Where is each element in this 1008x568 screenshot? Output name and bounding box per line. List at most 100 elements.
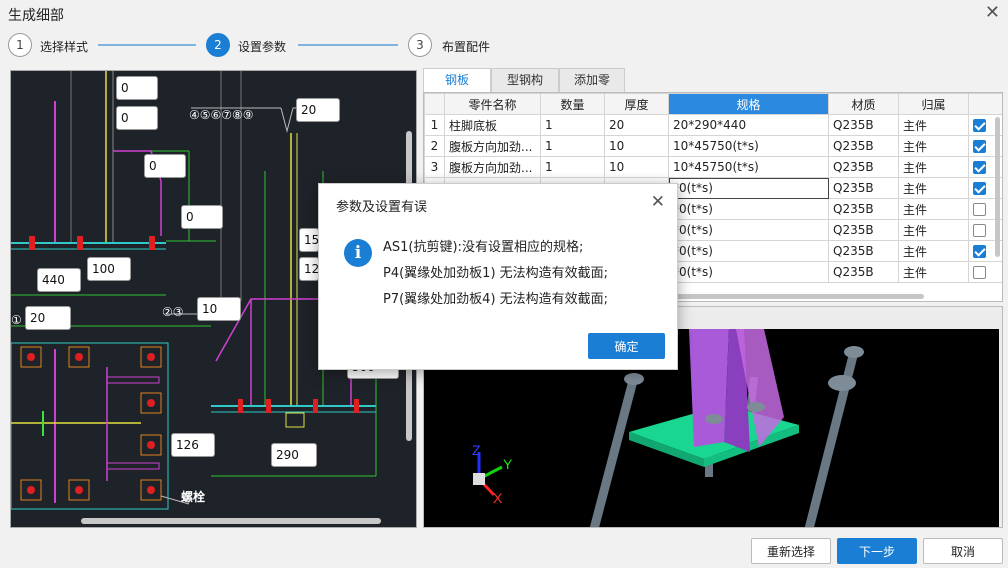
reselect-button[interactable]: 重新选择 — [751, 538, 831, 564]
owner-cell[interactable]: 主件 — [898, 156, 969, 178]
spec-cell[interactable]: 10*45750(t*s) — [668, 156, 829, 178]
step-1-label: 选择样式 — [40, 40, 89, 54]
param-input[interactable]: 15 — [299, 228, 319, 252]
show-checkbox[interactable] — [973, 182, 986, 195]
table-row[interactable]: 2 腹板方向加劲... 1 10 10*45750(t*s) Q235B 主件 — [424, 135, 1002, 157]
param-input[interactable]: 440 — [37, 268, 81, 292]
material-cell[interactable]: Q235B — [828, 114, 899, 136]
param-input[interactable]: 20 — [296, 98, 340, 122]
owner-cell[interactable]: 主件 — [898, 114, 969, 136]
spec-cell[interactable]: *0(t*s) — [668, 261, 829, 283]
table-row[interactable]: 1 柱脚底板 1 20 20*290*440 Q235B 主件 — [424, 114, 1002, 136]
step-3-number: 3 — [408, 33, 432, 57]
show-checkbox[interactable] — [973, 224, 986, 237]
param-input[interactable]: 12 — [299, 257, 319, 281]
tab-steel-plate[interactable]: 钢板 — [423, 68, 491, 92]
part-name-cell[interactable]: 腹板方向加劲... — [444, 156, 541, 178]
spec-cell[interactable]: *0(t*s) — [668, 177, 829, 199]
material-cell[interactable]: Q235B — [828, 177, 899, 199]
dialog-message-line: P7(翼缘处加劲板4) 无法构造有效截面; — [383, 292, 609, 307]
spec-cell[interactable]: *0(t*s) — [668, 198, 829, 220]
stiffener-ref-label: ④⑤⑥⑦⑧⑨ — [189, 108, 254, 122]
dialog-message-line: P4(翼缘处加劲板1) 无法构造有效截面; — [383, 266, 609, 281]
owner-cell[interactable]: 主件 — [898, 240, 969, 262]
axis-y-label: Y — [503, 456, 513, 472]
error-dialog: 参数及设置有误 ✕ i AS1(抗剪键):没有设置相应的规格; P4(翼缘处加劲… — [318, 183, 678, 370]
tab-add-part[interactable]: 添加零件 — [559, 68, 625, 110]
thickness-cell[interactable]: 10 — [604, 156, 669, 178]
dialog-ok-button[interactable]: 确定 — [588, 333, 665, 359]
col-header-owner[interactable]: 归属 — [898, 93, 969, 115]
owner-cell[interactable]: 主件 — [898, 198, 969, 220]
qty-cell[interactable]: 1 — [540, 156, 605, 178]
table-row[interactable]: 3 腹板方向加劲... 1 10 10*45750(t*s) Q235B 主件 — [424, 156, 1002, 178]
show-checkbox[interactable] — [973, 140, 986, 153]
show-checkbox[interactable] — [973, 266, 986, 279]
param-input[interactable]: 0 — [144, 154, 186, 178]
param-input[interactable]: 10 — [197, 297, 241, 321]
tab-section-steel[interactable]: 型钢构件 — [491, 68, 559, 110]
step-2-label: 设置参数 — [238, 40, 287, 54]
part-name-cell[interactable]: 腹板方向加劲... — [444, 135, 541, 157]
owner-cell[interactable]: 主件 — [898, 261, 969, 283]
qty-cell[interactable]: 1 — [540, 114, 605, 136]
wizard-steps: 1 选择样式 2 设置参数 3 布置配件 — [0, 30, 520, 60]
material-cell[interactable]: Q235B — [828, 198, 899, 220]
table-header-row: 零件名称 数量 厚度 规格 材质 归属 显示 — [424, 93, 1002, 115]
row-index: 3 — [424, 156, 445, 178]
show-checkbox[interactable] — [973, 119, 986, 132]
param-input[interactable]: 100 — [87, 257, 131, 281]
col-header-index — [424, 93, 445, 115]
spec-cell[interactable]: 10*45750(t*s) — [668, 135, 829, 157]
spec-cell[interactable]: *0(t*s) — [668, 240, 829, 262]
col-header-show[interactable]: 显示 — [968, 93, 1002, 115]
material-cell[interactable]: Q235B — [828, 261, 899, 283]
param-input[interactable]: 290 — [271, 443, 317, 467]
row-index: 2 — [424, 135, 445, 157]
col-header-spec[interactable]: 规格 — [668, 93, 829, 115]
drawing-horizontal-scrollbar[interactable] — [81, 518, 381, 524]
dialog-close-icon[interactable]: ✕ — [651, 192, 665, 212]
stiffener-ref-label: ②③ — [162, 305, 184, 319]
show-checkbox[interactable] — [973, 203, 986, 216]
material-cell[interactable]: Q235B — [828, 219, 899, 241]
material-cell[interactable]: Q235B — [828, 135, 899, 157]
param-input[interactable]: 0 — [181, 205, 223, 229]
material-cell[interactable]: Q235B — [828, 240, 899, 262]
owner-cell[interactable]: 主件 — [898, 219, 969, 241]
qty-cell[interactable]: 1 — [540, 135, 605, 157]
param-input[interactable]: 0 — [116, 76, 158, 100]
owner-cell[interactable]: 主件 — [898, 135, 969, 157]
cancel-button[interactable]: 取消 — [923, 538, 1003, 564]
col-header-material[interactable]: 材质 — [828, 93, 899, 115]
show-checkbox[interactable] — [973, 245, 986, 258]
title-bar: 生成细部 ✕ — [0, 0, 1008, 28]
thickness-cell[interactable]: 20 — [604, 114, 669, 136]
axis-x-label: X — [493, 490, 503, 506]
bolt-label: 螺栓 — [181, 490, 206, 504]
material-cell[interactable]: Q235B — [828, 156, 899, 178]
owner-cell[interactable]: 主件 — [898, 177, 969, 199]
close-icon[interactable]: ✕ — [985, 2, 1000, 23]
dialog-message-line: AS1(抗剪键):没有设置相应的规格; — [383, 240, 584, 255]
plate-ref-label: ① — [11, 313, 22, 327]
next-button[interactable]: 下一步 — [837, 538, 917, 564]
param-input[interactable]: 0 — [116, 106, 158, 130]
row-index: 1 — [424, 114, 445, 136]
col-header-name[interactable]: 零件名称 — [444, 93, 541, 115]
table-vertical-scrollbar[interactable] — [995, 117, 1000, 257]
show-checkbox[interactable] — [973, 161, 986, 174]
spec-cell[interactable]: *0(t*s) — [668, 219, 829, 241]
window-title: 生成细部 — [8, 8, 64, 24]
col-header-thickness[interactable]: 厚度 — [604, 93, 669, 115]
param-input[interactable]: 126 — [171, 433, 215, 457]
thickness-cell[interactable]: 10 — [604, 135, 669, 157]
step-connector — [98, 44, 196, 46]
dialog-title: 参数及设置有误 — [336, 200, 428, 215]
step-3-label: 布置配件 — [442, 40, 491, 54]
step-1-number: 1 — [8, 33, 32, 57]
col-header-qty[interactable]: 数量 — [540, 93, 605, 115]
param-input[interactable]: 20 — [25, 306, 71, 330]
spec-cell[interactable]: 20*290*440 — [668, 114, 829, 136]
part-name-cell[interactable]: 柱脚底板 — [444, 114, 541, 136]
